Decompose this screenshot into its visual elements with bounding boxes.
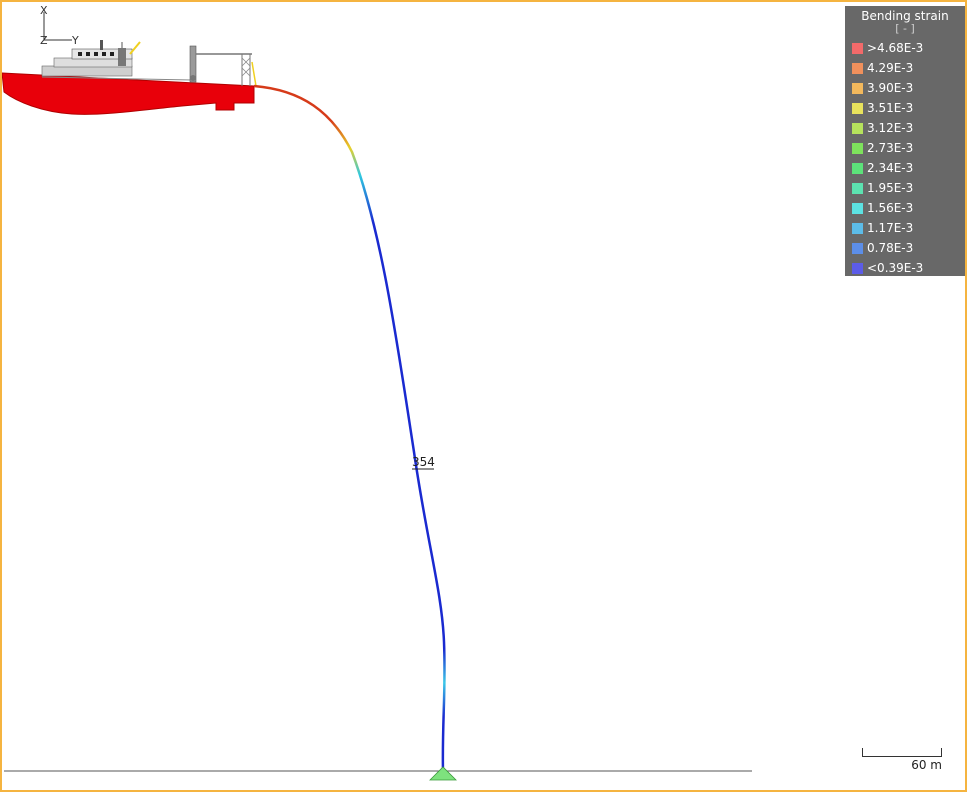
scene-canvas[interactable] — [2, 2, 965, 790]
legend-unit: [ - ] — [895, 22, 915, 35]
axis-z-label: Z — [40, 34, 48, 47]
legend-swatch — [852, 102, 863, 114]
legend-label: 4.29E-3 — [867, 61, 914, 75]
legend-swatch — [852, 142, 863, 154]
legend-label: 2.34E-3 — [867, 161, 914, 175]
legend-list: >4.68E-3 4.29E-3 3.90E-3 3.51E-3 3.12E-3… — [845, 38, 965, 278]
legend-label: 3.12E-3 — [867, 121, 914, 135]
touchdown-anchor — [429, 766, 457, 781]
legend-label: <0.39E-3 — [867, 261, 924, 275]
legend-label: >4.68E-3 — [867, 41, 924, 55]
legend-label: 3.51E-3 — [867, 101, 914, 115]
legend-label: 0.78E-3 — [867, 241, 914, 255]
legend-item: 0.78E-3 — [845, 238, 965, 258]
legend-item: 2.73E-3 — [845, 138, 965, 158]
legend-label: 2.73E-3 — [867, 141, 914, 155]
vessel-deckhouse-base — [41, 65, 133, 77]
legend-item: 3.51E-3 — [845, 98, 965, 118]
vessel-mast — [100, 40, 103, 50]
vessel-lay-tower — [189, 45, 257, 87]
riser-label: 354 — [412, 455, 435, 469]
legend-item: 1.95E-3 — [845, 178, 965, 198]
axis-x-label: X — [40, 4, 48, 17]
axis-triad — [43, 12, 72, 41]
legend-label: 1.17E-3 — [867, 221, 914, 235]
legend-item: 3.12E-3 — [845, 118, 965, 138]
vessel-crane-yellow — [129, 41, 141, 55]
legend-swatch — [852, 262, 863, 274]
legend-swatch — [852, 62, 863, 74]
legend-label: 1.95E-3 — [867, 181, 914, 195]
legend-swatch — [852, 162, 863, 174]
legend-item: >4.68E-3 — [845, 38, 965, 58]
legend-item: 1.17E-3 — [845, 218, 965, 238]
legend-item: <0.39E-3 — [845, 258, 965, 278]
legend-title: Bending strain — [861, 9, 949, 23]
vessel[interactable] — [2, 40, 257, 115]
3d-view[interactable]: X Y Z 354 Bending strain [ - ] >4.68E-3 … — [0, 0, 967, 792]
legend-label: 1.56E-3 — [867, 201, 914, 215]
legend-swatch — [852, 122, 863, 134]
legend-swatch — [852, 42, 863, 54]
vessel-funnel — [118, 48, 126, 66]
axis-y-label: Y — [72, 34, 79, 47]
legend-swatch — [852, 222, 863, 234]
legend-item: 2.34E-3 — [845, 158, 965, 178]
legend-swatch — [852, 82, 863, 94]
scale-label: 60 m — [911, 758, 942, 772]
legend-swatch — [852, 242, 863, 254]
legend-swatch — [852, 182, 863, 194]
legend-item: 3.90E-3 — [845, 78, 965, 98]
legend-swatch — [852, 202, 863, 214]
legend-item: 4.29E-3 — [845, 58, 965, 78]
scale-bar — [862, 748, 942, 757]
riser-line[interactable] — [253, 84, 446, 773]
legend-label: 3.90E-3 — [867, 81, 914, 95]
legend-item: 1.56E-3 — [845, 198, 965, 218]
color-legend: Bending strain [ - ] >4.68E-3 4.29E-3 3.… — [845, 6, 965, 276]
